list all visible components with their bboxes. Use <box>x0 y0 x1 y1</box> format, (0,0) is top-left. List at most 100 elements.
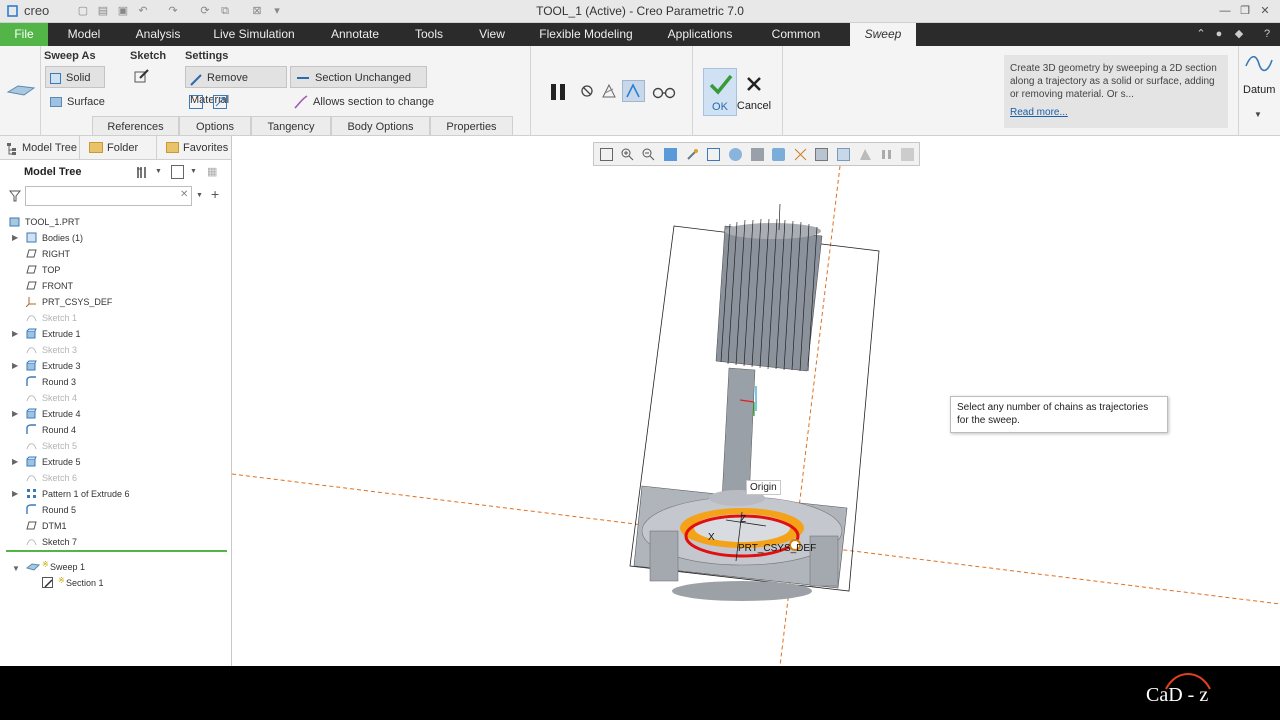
cancel-button[interactable]: Cancel <box>737 68 772 116</box>
tree-row[interactable]: Round 4 <box>0 422 231 438</box>
collapse-sweep-icon[interactable]: ▼ <box>12 564 20 573</box>
solid-button[interactable]: Solid <box>45 66 105 88</box>
expand-icon[interactable]: ▶ <box>12 489 18 498</box>
stop-regeneration-icon[interactable] <box>901 148 914 161</box>
tree-row[interactable]: Sketch 5 <box>0 438 231 454</box>
spin-center-toggle-icon[interactable] <box>837 148 850 161</box>
no-preview-icon[interactable] <box>581 85 593 97</box>
tree-row[interactable]: Sketch 6 <box>0 470 231 486</box>
datum-icon[interactable] <box>1244 52 1274 76</box>
tab-common[interactable]: Common <box>762 23 830 46</box>
tree-row[interactable]: Round 3 <box>0 374 231 390</box>
restore-icon[interactable]: ❐ <box>1238 4 1252 18</box>
tab-folder-browser[interactable]: Folder Bro <box>85 136 157 160</box>
preview-glasses-icon[interactable] <box>652 85 676 99</box>
settings-icon[interactable]: ◆ <box>1232 27 1246 41</box>
tab-references[interactable]: References <box>92 116 179 136</box>
tab-analysis[interactable]: Analysis <box>128 23 188 46</box>
zoom-out-icon[interactable] <box>642 148 655 161</box>
tree-row[interactable]: ▶ Extrude 4 <box>0 406 231 422</box>
annotation-display-icon[interactable] <box>815 148 828 161</box>
tree-row[interactable]: DTM1 <box>0 518 231 534</box>
spin-center-icon[interactable] <box>686 148 699 161</box>
repaint-icon[interactable] <box>664 148 677 161</box>
separate-preview-icon[interactable] <box>601 83 617 99</box>
section-unchanged-button[interactable]: Section Unchanged <box>290 66 427 88</box>
zoom-in-icon[interactable] <box>621 148 634 161</box>
datum-dropdown-icon[interactable]: ▼ <box>1254 110 1262 119</box>
tab-tools[interactable]: Tools <box>406 23 452 46</box>
tree-row[interactable]: ▶ Extrude 1 <box>0 326 231 342</box>
tab-flexible-modeling[interactable]: Flexible Modeling <box>532 23 640 46</box>
tree-row[interactable]: PRT_CSYS_DEF <box>0 294 231 310</box>
add-filter-icon[interactable]: + <box>211 186 219 202</box>
tab-model[interactable]: Model <box>56 23 112 46</box>
display-style-icon[interactable] <box>707 148 720 161</box>
tree-tools-icon[interactable] <box>136 165 150 179</box>
expand-icon[interactable]: ▶ <box>12 329 18 338</box>
datum-label[interactable]: Datum <box>1243 84 1275 96</box>
tab-view[interactable]: View <box>470 23 514 46</box>
tab-applications[interactable]: Applications <box>658 23 742 46</box>
tree-row[interactable]: TOOL_1.PRT <box>0 214 231 230</box>
pause-icon[interactable] <box>549 83 567 101</box>
filter-icon[interactable] <box>8 190 22 202</box>
tree-row[interactable]: TOP <box>0 262 231 278</box>
tree-tools-dropdown-icon[interactable]: ▼ <box>155 168 162 175</box>
refit-icon[interactable] <box>600 148 613 161</box>
datum-display-filters-icon[interactable] <box>794 148 807 161</box>
tab-sweep[interactable]: Sweep <box>850 23 916 46</box>
tab-options[interactable]: Options <box>179 116 251 136</box>
minimize-ribbon-icon[interactable]: ⌃ <box>1194 27 1208 41</box>
tab-body-options[interactable]: Body Options <box>331 116 430 136</box>
tab-file[interactable]: File <box>0 23 48 46</box>
tree-row[interactable]: ▶ Extrude 5 <box>0 454 231 470</box>
view-manager-icon[interactable] <box>751 148 764 161</box>
expand-icon[interactable]: ▶ <box>12 233 18 242</box>
tree-filter-settings-icon[interactable]: ▦ <box>207 165 223 179</box>
help-icon[interactable]: ? <box>1260 27 1274 41</box>
pause-regeneration-icon[interactable] <box>880 148 893 161</box>
expand-icon[interactable]: ▶ <box>12 361 18 370</box>
ok-button[interactable]: OK <box>703 68 737 116</box>
expand-icon[interactable]: ▶ <box>12 457 18 466</box>
tree-settings-dropdown-icon[interactable]: ▼ <box>190 168 197 175</box>
tree-row[interactable]: Sketch 1 <box>0 310 231 326</box>
search-input[interactable]: ✕ <box>25 186 192 206</box>
tree-row[interactable]: ▶ Pattern 1 of Extrude 6 <box>0 486 231 502</box>
close-icon[interactable]: ✕ <box>1258 4 1272 18</box>
minimize-icon[interactable]: — <box>1218 4 1232 18</box>
tree-row[interactable]: Sketch 3 <box>0 342 231 358</box>
tab-live-simulation[interactable]: Live Simulation <box>206 23 302 46</box>
tab-annotate[interactable]: Annotate <box>322 23 388 46</box>
tab-favorites[interactable]: Favorites <box>161 136 231 160</box>
saved-orientations-icon[interactable] <box>729 148 742 161</box>
perspective-view-icon[interactable] <box>772 148 785 161</box>
tree-settings-icon[interactable] <box>171 165 184 179</box>
tree-item-section[interactable]: Section 1 <box>66 575 104 591</box>
tab-tangency[interactable]: Tangency <box>251 116 331 136</box>
tree-row[interactable]: Sketch 7 <box>0 534 231 550</box>
thicken-icon[interactable] <box>189 95 203 109</box>
tree-row[interactable]: Sketch 4 <box>0 390 231 406</box>
expand-icon[interactable]: ▶ <box>12 409 18 418</box>
tree-row[interactable]: FRONT <box>0 278 231 294</box>
remove-material-button[interactable]: Remove Material <box>185 66 287 106</box>
tab-model-tree[interactable]: Model Tree <box>0 136 80 160</box>
tree-row[interactable]: Round 5 <box>0 502 231 518</box>
allows-section-change-button[interactable]: Allows section to change <box>294 91 444 113</box>
read-more-link[interactable]: Read more... <box>1010 106 1222 119</box>
flip-material-icon[interactable] <box>213 95 227 109</box>
clear-search-icon[interactable]: ✕ <box>180 189 188 200</box>
tree-row[interactable]: RIGHT <box>0 246 231 262</box>
sketch-icon[interactable] <box>134 68 150 84</box>
search-dropdown-icon[interactable]: ▼ <box>196 192 203 199</box>
tree-row[interactable]: ▶ Bodies (1) <box>0 230 231 246</box>
named-view-icon[interactable] <box>859 148 872 161</box>
verify-mode-icon[interactable] <box>622 80 645 102</box>
tree-row[interactable]: ▶ Extrude 3 <box>0 358 231 374</box>
surface-button[interactable]: Surface <box>50 91 110 113</box>
tree-item-sweep[interactable]: Sweep 1 <box>50 559 85 575</box>
pin-icon[interactable]: ● <box>1212 27 1226 41</box>
tab-properties[interactable]: Properties <box>430 116 513 136</box>
